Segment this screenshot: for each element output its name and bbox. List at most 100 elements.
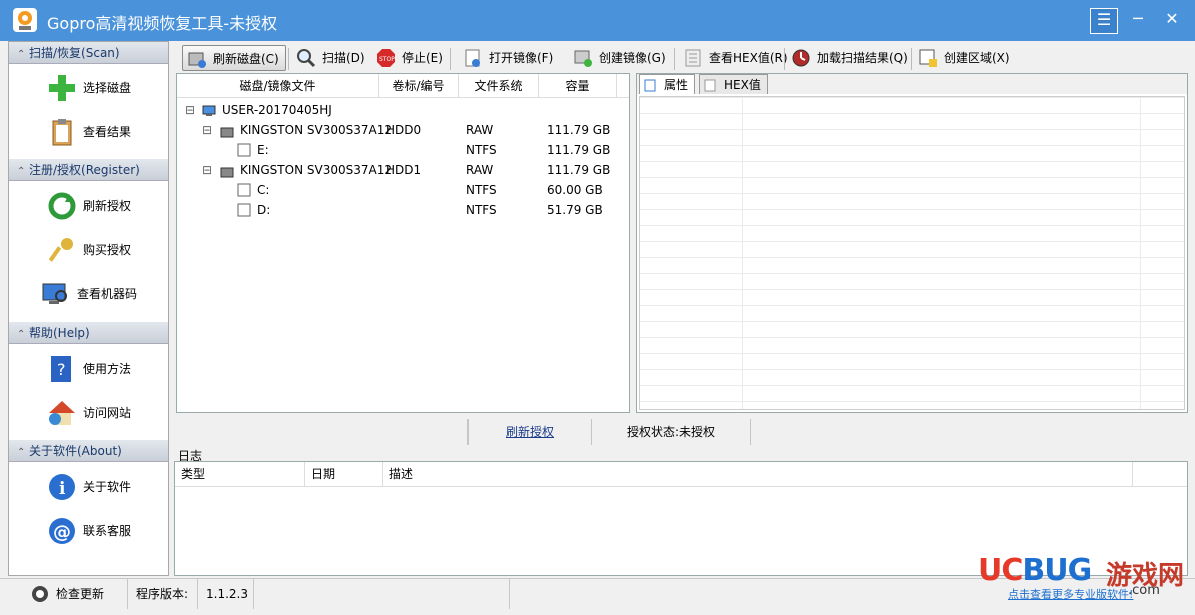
sidebar-item-view-results[interactable]: 查看结果 bbox=[47, 114, 167, 150]
menu-icon[interactable]: ☰ bbox=[1090, 8, 1118, 34]
sidebar-item-buy-license[interactable]: 购买授权 bbox=[47, 232, 167, 268]
column-header[interactable]: 文件系统 bbox=[459, 74, 539, 98]
svg-text:?: ? bbox=[57, 360, 66, 379]
hard-disk-icon bbox=[220, 164, 234, 178]
tree-item-fs: NTFS bbox=[466, 183, 497, 197]
open-image-icon bbox=[463, 48, 483, 68]
sidebar-item-label: 关于软件 bbox=[83, 480, 132, 494]
tree-item-name: E: bbox=[257, 143, 269, 157]
sidebar-item-label: 查看结果 bbox=[83, 125, 132, 139]
minimize-button[interactable]: ─ bbox=[1124, 8, 1152, 34]
tree-item-fs: RAW bbox=[466, 163, 494, 177]
column-header[interactable]: 日期 bbox=[305, 462, 383, 486]
tree-item-fs: RAW bbox=[466, 123, 494, 137]
tree-row[interactable]: E: NTFS 111.79 GB bbox=[177, 140, 629, 160]
open-image-button[interactable]: 打开镜像(F) bbox=[459, 45, 559, 71]
svg-text:STOP: STOP bbox=[379, 56, 395, 63]
sidebar-item-label: 刷新授权 bbox=[83, 199, 132, 213]
toolbar-label: 停止(E) bbox=[402, 51, 443, 65]
toolbar-separator bbox=[784, 48, 785, 70]
refresh-license-link[interactable]: 刷新授权 bbox=[468, 419, 592, 445]
collapse-toggle-icon[interactable]: ⊟ bbox=[202, 120, 212, 140]
toolbar-label: 刷新磁盘(C) bbox=[213, 52, 279, 66]
computer-search-icon bbox=[41, 280, 71, 308]
close-button[interactable]: ✕ bbox=[1158, 8, 1186, 34]
computer-icon bbox=[202, 103, 216, 116]
column-header[interactable]: 磁盘/镜像文件 bbox=[177, 74, 379, 98]
toolbar-label: 创建区域(X) bbox=[944, 51, 1010, 65]
refresh-icon bbox=[47, 192, 77, 220]
tree-item-size: 51.79 GB bbox=[547, 203, 603, 217]
tree-item-name: KINGSTON SV300S37A12 bbox=[240, 123, 392, 137]
tree-item-name: C: bbox=[257, 183, 270, 197]
tree-header: 磁盘/镜像文件 卷标/编号 文件系统 容量 bbox=[177, 74, 629, 98]
toolbar-label: 打开镜像(F) bbox=[489, 51, 554, 65]
sidebar-item-about[interactable]: i 关于软件 bbox=[47, 469, 167, 505]
toolbar-label: 扫描(D) bbox=[322, 51, 365, 65]
column-header[interactable]: 类型 bbox=[175, 462, 305, 486]
properties-panel: 属性 HEX值 bbox=[636, 73, 1188, 413]
scan-button[interactable]: 扫描(D) bbox=[292, 45, 371, 71]
sidebar-item-view-machine-code[interactable]: 查看机器码 bbox=[41, 276, 161, 312]
column-header[interactable]: 卷标/编号 bbox=[379, 74, 459, 98]
column-header[interactable]: 描述 bbox=[383, 462, 1133, 486]
status-cell bbox=[254, 579, 510, 609]
sidebar-item-contact[interactable]: @ 联系客服 bbox=[47, 513, 167, 549]
tree-row[interactable]: ⊟ KINGSTON SV300S37A12 HDD1 RAW 111.79 G… bbox=[177, 160, 629, 180]
more-software-link[interactable]: 点击查看更多专业版软件! bbox=[1008, 586, 1133, 602]
key-icon bbox=[47, 236, 77, 264]
toolbar: 刷新磁盘(C) 扫描(D) STOP 停止(E) 打开镜像(F) 创建镜像(G) … bbox=[174, 42, 1189, 72]
tree-row[interactable]: D: NTFS 51.79 GB bbox=[177, 200, 629, 220]
view-hex-button[interactable]: 查看HEX值(R) bbox=[679, 45, 794, 71]
status-cell bbox=[174, 419, 468, 445]
check-update-button[interactable]: 检查更新 bbox=[22, 579, 128, 609]
tree-item-size: 111.79 GB bbox=[547, 143, 611, 157]
collapse-chevron-icon: ⌃ bbox=[17, 166, 26, 177]
toolbar-separator bbox=[674, 48, 675, 70]
tree-row[interactable]: C: NTFS 60.00 GB bbox=[177, 180, 629, 200]
sidebar-item-select-disk[interactable]: 选择磁盘 bbox=[47, 70, 167, 106]
collapse-chevron-icon: ⌃ bbox=[17, 329, 26, 340]
tab-properties[interactable]: 属性 bbox=[639, 74, 696, 94]
volume-icon bbox=[237, 203, 251, 217]
section-header-help[interactable]: ⌃ 帮助(Help) bbox=[9, 322, 168, 344]
sidebar-item-label: 联系客服 bbox=[83, 524, 132, 538]
sidebar-item-label: 选择磁盘 bbox=[83, 81, 132, 95]
stop-button[interactable]: STOP 停止(E) bbox=[372, 45, 449, 71]
tab-hex[interactable]: HEX值 bbox=[699, 74, 768, 94]
check-update-label: 检查更新 bbox=[56, 587, 105, 601]
section-header-scan[interactable]: ⌃ 扫描/恢复(Scan) bbox=[9, 42, 168, 64]
load-scan-result-button[interactable]: 加载扫描结果(Q) bbox=[787, 45, 914, 71]
license-status-bar: 刷新授权 授权状态:未授权 bbox=[174, 419, 1188, 445]
stop-sign-icon: STOP bbox=[376, 48, 396, 68]
watermark-brand: UCBUG bbox=[978, 553, 1092, 588]
collapse-chevron-icon: ⌃ bbox=[17, 49, 26, 60]
section-header-register[interactable]: ⌃ 注册/授权(Register) bbox=[9, 159, 168, 181]
refresh-disk-icon bbox=[187, 49, 207, 69]
section-title: 注册/授权(Register) bbox=[29, 163, 140, 177]
column-header[interactable]: 容量 bbox=[539, 74, 617, 98]
tree-row[interactable]: ⊟ KINGSTON SV300S37A12 HDD0 RAW 111.79 G… bbox=[177, 120, 629, 140]
section-header-about[interactable]: ⌃ 关于软件(About) bbox=[9, 440, 168, 462]
sidebar-item-usage[interactable]: ? 使用方法 bbox=[47, 351, 167, 387]
section-title: 关于软件(About) bbox=[29, 444, 122, 458]
property-grid[interactable] bbox=[639, 96, 1185, 410]
collapse-chevron-icon: ⌃ bbox=[17, 447, 26, 458]
tree-row[interactable]: ⊟ USER-20170405HJ bbox=[177, 100, 629, 120]
sidebar-item-visit-site[interactable]: 访问网站 bbox=[47, 395, 167, 431]
grid-divider bbox=[742, 97, 743, 409]
version-label: 程序版本: bbox=[128, 579, 198, 609]
tree-item-fs: NTFS bbox=[466, 143, 497, 157]
create-region-button[interactable]: 创建区域(X) bbox=[914, 45, 1016, 71]
refresh-disk-button[interactable]: 刷新磁盘(C) bbox=[182, 45, 286, 71]
create-image-button[interactable]: 创建镜像(G) bbox=[569, 45, 672, 71]
create-region-icon bbox=[918, 48, 938, 68]
clipboard-icon bbox=[47, 118, 77, 146]
collapse-toggle-icon[interactable]: ⊟ bbox=[185, 100, 195, 120]
tree-item-fs: NTFS bbox=[466, 203, 497, 217]
title-bar: Gopro高清视频恢复工具-未授权 ☰ ─ ✕ bbox=[0, 0, 1195, 41]
collapse-toggle-icon[interactable]: ⊟ bbox=[202, 160, 212, 180]
sidebar-item-refresh-license[interactable]: 刷新授权 bbox=[47, 188, 167, 224]
tree-item-name: USER-20170405HJ bbox=[222, 103, 332, 117]
hex-icon bbox=[683, 48, 703, 68]
